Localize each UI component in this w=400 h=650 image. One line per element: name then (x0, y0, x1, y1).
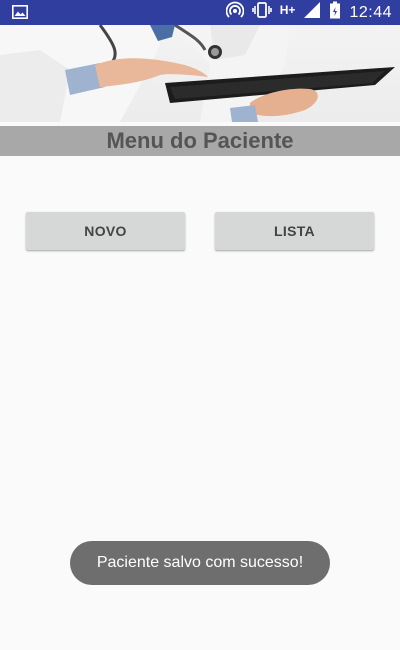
toast-message: Paciente salvo com sucesso! (96, 554, 304, 571)
lista-button[interactable]: LISTA (215, 212, 374, 250)
clock: 12:44 (349, 3, 392, 21)
signal-icon (303, 1, 321, 24)
network-type-label: H+ (279, 2, 296, 17)
status-icons: H+ 12:44 (225, 0, 392, 25)
battery-icon (329, 1, 341, 24)
title-bar: Menu do Paciente (0, 126, 400, 156)
gallery-icon (12, 5, 28, 19)
header-image (0, 25, 400, 122)
hotspot-icon (225, 1, 245, 24)
vibrate-icon (251, 1, 272, 24)
doctor-with-tablet-photo (0, 25, 395, 122)
page-title: Menu do Paciente (106, 128, 294, 153)
status-bar: H+ 12:44 (0, 0, 400, 25)
novo-button[interactable]: NOVO (26, 212, 185, 250)
toast: Paciente salvo com sucesso! (70, 541, 330, 585)
